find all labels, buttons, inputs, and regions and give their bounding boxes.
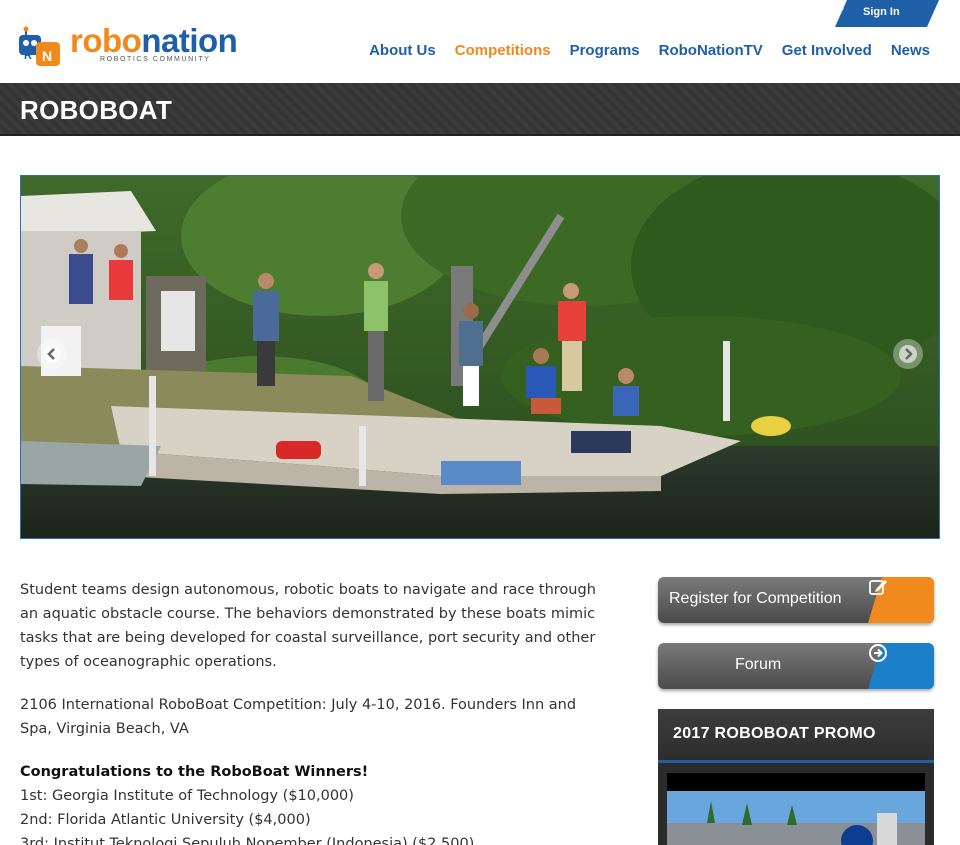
winner-3rd: 3rd: Institut Teknologi Sepuluh Nopember…	[20, 836, 475, 845]
nav-robonationtv[interactable]: RoboNationTV	[659, 42, 763, 59]
logo-wordmark-nation: nation	[141, 22, 238, 59]
robonation-logo[interactable]: R N robonation Robotics Community	[18, 22, 238, 70]
forum-button-label: Forum	[735, 656, 782, 673]
robot-logo-icon: R N	[19, 26, 60, 66]
main-nav: About Us Competitions Programs RoboNatio…	[369, 42, 930, 59]
arrow-circle-right-icon	[869, 644, 887, 662]
slider-prev-button[interactable]	[37, 339, 67, 369]
register-button-tip	[868, 577, 934, 623]
slider-photo	[21, 176, 939, 538]
edit-icon	[869, 580, 887, 595]
register-button-label: Register for Competition	[669, 590, 842, 607]
promo-header: 2017 ROBOBOAT PROMO	[658, 709, 934, 763]
promo-video-thumbnail[interactable]	[667, 773, 925, 845]
arrow-right-icon	[899, 345, 917, 363]
forum-button[interactable]: Forum	[658, 643, 934, 689]
logo-tagline: Robotics Community	[100, 56, 211, 63]
image-slider[interactable]	[20, 175, 940, 539]
intro-paragraph: Student teams design autonomous, robotic…	[20, 582, 596, 670]
sign-in-label: Sign In	[863, 6, 900, 18]
logo-badge-n: N	[42, 48, 52, 64]
winners-heading: Congratulations to the RoboBoat Winners!	[20, 764, 369, 780]
arrow-left-icon	[43, 345, 61, 363]
logo-wordmark: robonation	[70, 22, 238, 60]
slider-next-button[interactable]	[893, 339, 923, 369]
winner-1st: 1st: Georgia Institute of Technology ($1…	[20, 788, 354, 804]
nav-competitions[interactable]: Competitions	[455, 42, 551, 59]
lock-icon	[835, 0, 844, 10]
nav-about-us[interactable]: About Us	[369, 42, 436, 59]
event-paragraph: 2106 International RoboBoat Competition:…	[20, 697, 577, 737]
forum-button-tip	[868, 643, 934, 689]
main-content: Student teams design autonomous, robotic…	[20, 578, 610, 845]
logo-wordmark-robo: robo	[70, 22, 142, 59]
logo-badge-r: R	[24, 50, 32, 62]
winners-section: Congratulations to the RoboBoat Winners!…	[20, 760, 610, 845]
nav-get-involved[interactable]: Get Involved	[782, 42, 872, 59]
winner-2nd: 2nd: Florida Atlantic University ($4,000…	[20, 812, 311, 828]
promo-widget: 2017 ROBOBOAT PROMO	[658, 709, 934, 845]
site-header: R N robonation Robotics Community Sign I…	[0, 0, 960, 83]
page-title: ROBOBOAT	[20, 95, 173, 125]
nav-news[interactable]: News	[891, 42, 930, 59]
sign-in-button[interactable]: Sign In	[835, 0, 939, 27]
nav-programs[interactable]: Programs	[570, 42, 640, 59]
page-title-band: ROBOBOAT	[0, 83, 960, 136]
register-for-competition-button[interactable]: Register for Competition	[658, 577, 934, 623]
promo-title: 2017 ROBOBOAT PROMO	[673, 725, 876, 742]
